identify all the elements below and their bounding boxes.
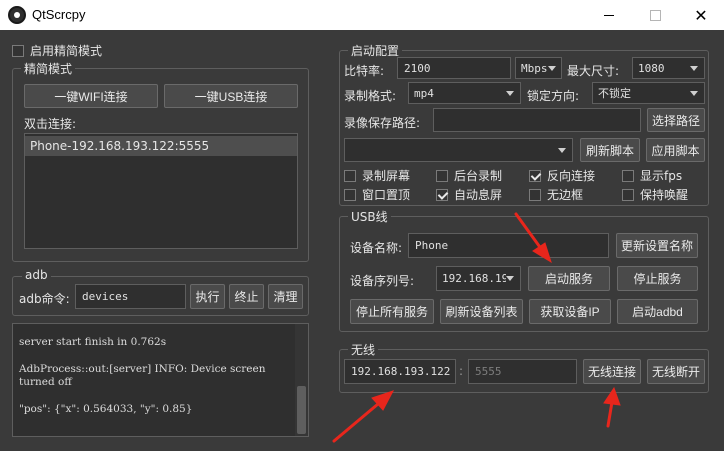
arrow-to-wireless-connect-icon: [603, 386, 621, 428]
arrow-to-wireless-ip-icon: [332, 390, 395, 443]
arrow-to-start-service-icon: [514, 212, 552, 264]
annotation-arrows: [332, 212, 621, 443]
